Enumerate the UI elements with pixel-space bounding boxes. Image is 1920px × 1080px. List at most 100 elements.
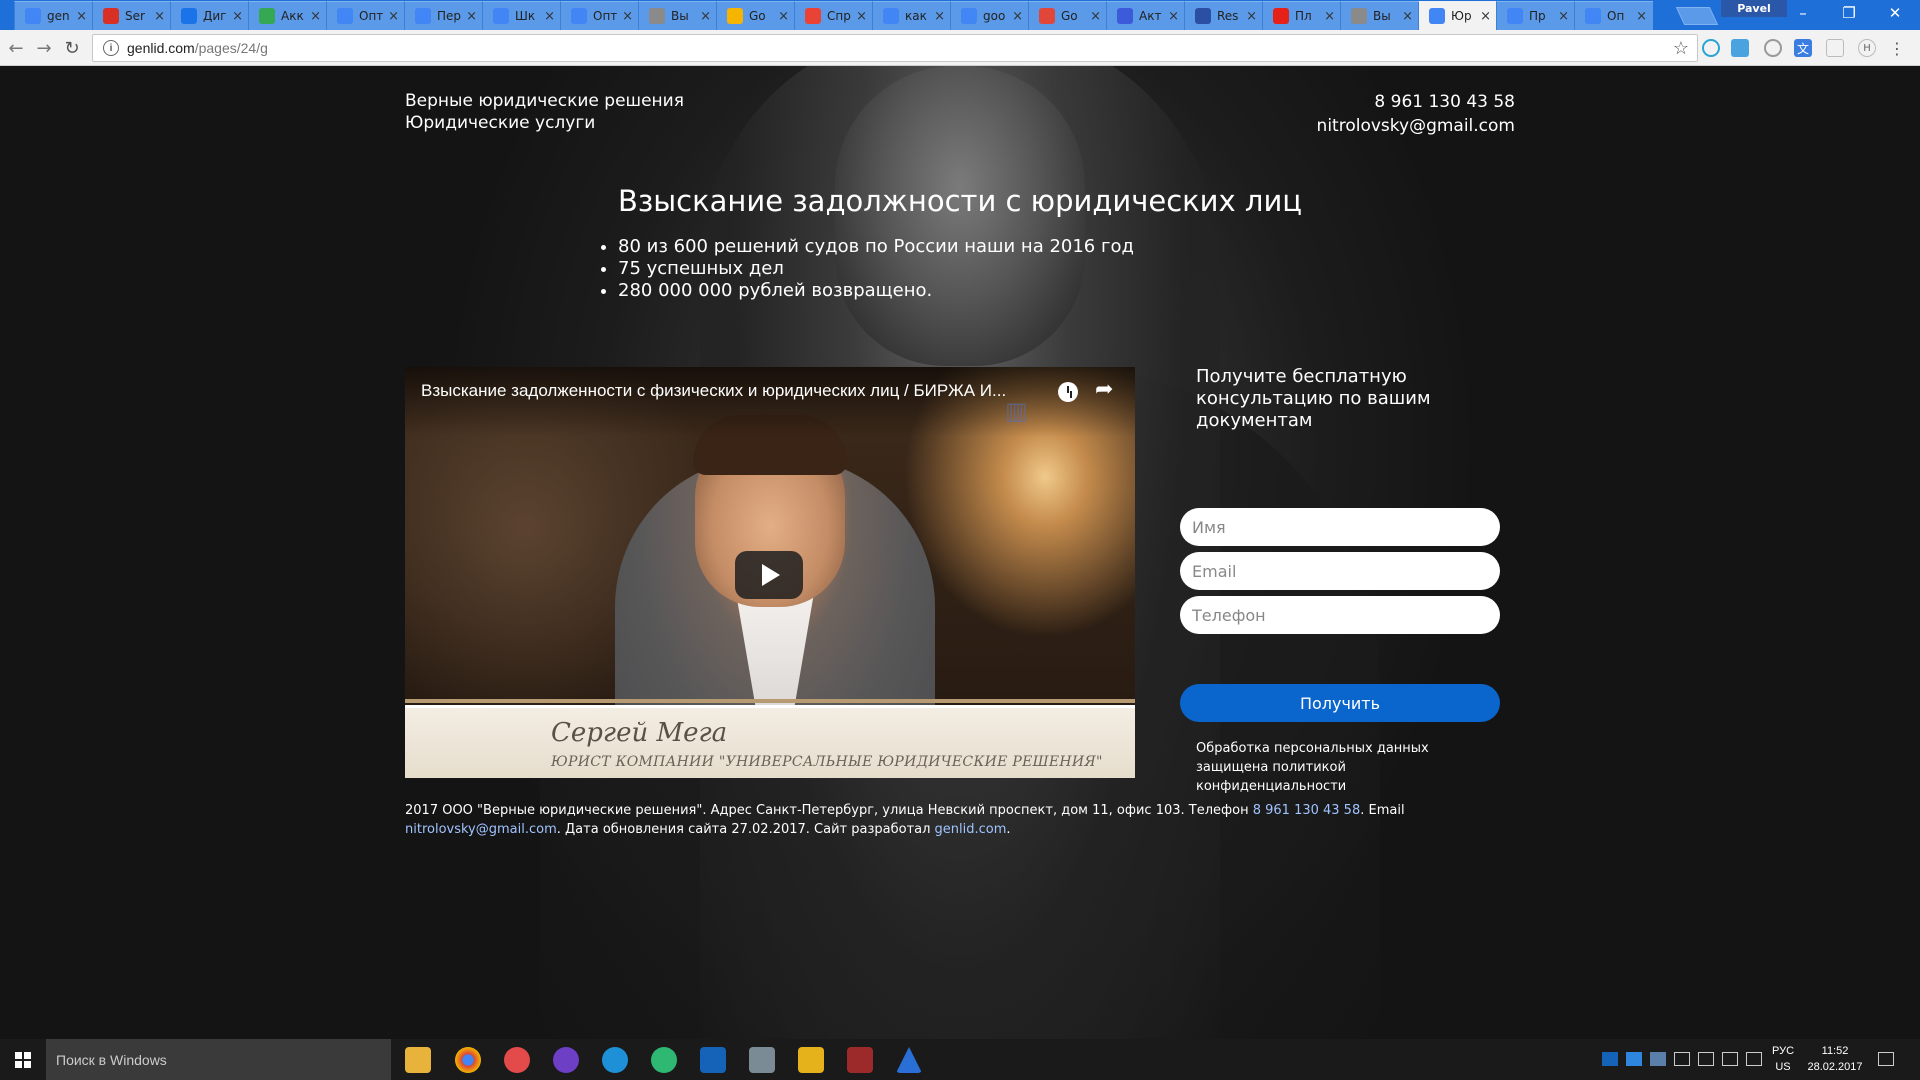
browser-tab[interactable]: Акк × bbox=[248, 1, 327, 30]
watch-later-clock-icon[interactable] bbox=[1058, 382, 1078, 402]
chrome-icon[interactable] bbox=[455, 1047, 481, 1073]
browser-tab[interactable]: goo × bbox=[950, 1, 1029, 30]
tab-close-icon[interactable]: × bbox=[1636, 9, 1647, 24]
google-icon bbox=[883, 8, 899, 24]
tab-close-icon[interactable]: × bbox=[388, 9, 399, 24]
extension-box-icon[interactable] bbox=[1826, 39, 1844, 57]
site-info-icon[interactable]: i bbox=[103, 40, 119, 56]
tab-close-icon[interactable]: × bbox=[232, 9, 243, 24]
submit-button[interactable]: Получить bbox=[1180, 684, 1500, 722]
app-gray-icon[interactable] bbox=[749, 1047, 775, 1073]
tab-close-icon[interactable]: × bbox=[700, 9, 711, 24]
app-purple-icon[interactable] bbox=[553, 1047, 579, 1073]
adwords-taskbar-icon[interactable] bbox=[896, 1047, 922, 1073]
new-tab-button[interactable] bbox=[1675, 7, 1719, 25]
tab-close-icon[interactable]: × bbox=[1246, 9, 1257, 24]
tray-network-app-icon[interactable] bbox=[1650, 1052, 1666, 1066]
app-green-icon[interactable] bbox=[651, 1047, 677, 1073]
play-button-icon[interactable] bbox=[735, 551, 803, 599]
close-window-icon[interactable]: ✕ bbox=[1872, 0, 1918, 26]
tray-defender-icon[interactable] bbox=[1674, 1052, 1690, 1066]
browser-tab[interactable]: Опт × bbox=[326, 1, 405, 30]
footer-email-link[interactable]: nitrolovsky@gmail.com bbox=[405, 822, 557, 837]
tab-close-icon[interactable]: × bbox=[76, 9, 87, 24]
minimize-icon[interactable]: – bbox=[1780, 0, 1826, 26]
bookmark-star-icon[interactable]: ☆ bbox=[1673, 38, 1689, 59]
tray-volume-icon[interactable] bbox=[1746, 1052, 1762, 1066]
browser-tab[interactable]: как × bbox=[872, 1, 951, 30]
reload-icon[interactable]: ↻ bbox=[60, 36, 84, 60]
browser-tab[interactable]: Go × bbox=[716, 1, 795, 30]
system-clock[interactable]: 11:52 28.02.2017 bbox=[1800, 1043, 1870, 1075]
tab-close-icon[interactable]: × bbox=[1324, 9, 1335, 24]
start-button[interactable] bbox=[0, 1039, 46, 1080]
tab-title: Пр bbox=[1529, 9, 1546, 23]
footer-developer-link[interactable]: genlid.com bbox=[935, 822, 1007, 837]
tab-close-icon[interactable]: × bbox=[778, 9, 789, 24]
tab-close-icon[interactable]: × bbox=[544, 9, 555, 24]
app-yellow-icon[interactable] bbox=[798, 1047, 824, 1073]
tab-close-icon[interactable]: × bbox=[1402, 9, 1413, 24]
tab-close-icon[interactable]: × bbox=[856, 9, 867, 24]
phone-input[interactable] bbox=[1180, 596, 1500, 634]
extension-sync-icon[interactable] bbox=[1702, 39, 1720, 57]
browser-tab[interactable]: Шк × bbox=[482, 1, 561, 30]
browser-tab[interactable]: Res × bbox=[1184, 1, 1263, 30]
tab-close-icon[interactable]: × bbox=[1168, 9, 1179, 24]
tab-close-icon[interactable]: × bbox=[934, 9, 945, 24]
yellow-page-icon bbox=[727, 8, 743, 24]
tab-title: Спр bbox=[827, 9, 851, 23]
browser-tab[interactable]: Опт × bbox=[560, 1, 639, 30]
browser-tab[interactable]: Акт × bbox=[1106, 1, 1185, 30]
app-blue-icon[interactable] bbox=[602, 1047, 628, 1073]
app-red-icon[interactable] bbox=[504, 1047, 530, 1073]
tab-close-icon[interactable]: × bbox=[622, 9, 633, 24]
app-red-box-icon[interactable] bbox=[847, 1047, 873, 1073]
tab-close-icon[interactable]: × bbox=[154, 9, 165, 24]
profile-button[interactable]: Pavel bbox=[1721, 0, 1787, 17]
extension-h-icon[interactable]: H bbox=[1858, 39, 1876, 57]
forward-arrow-icon[interactable]: → bbox=[32, 36, 56, 60]
extension-notes-icon[interactable] bbox=[1731, 39, 1749, 57]
restore-icon[interactable]: ❐ bbox=[1826, 0, 1872, 26]
back-arrow-icon[interactable]: ← bbox=[4, 36, 28, 60]
tab-close-icon[interactable]: × bbox=[1090, 9, 1101, 24]
browser-tab[interactable]: Пл × bbox=[1262, 1, 1341, 30]
tray-app-icon[interactable] bbox=[1626, 1052, 1642, 1066]
outlook-icon[interactable] bbox=[700, 1047, 726, 1073]
browser-tab[interactable]: Вы × bbox=[638, 1, 717, 30]
tray-outlook-icon[interactable] bbox=[1602, 1052, 1618, 1066]
language-indicator[interactable]: РУС US bbox=[1768, 1043, 1798, 1075]
address-bar[interactable]: i genlid.com/pages/24/g ☆ bbox=[92, 34, 1698, 62]
action-center-icon[interactable] bbox=[1878, 1052, 1894, 1066]
browser-tab[interactable]: Оп × bbox=[1574, 1, 1653, 30]
file-explorer-icon[interactable] bbox=[405, 1047, 431, 1073]
share-arrow-icon[interactable]: ➦ bbox=[1095, 377, 1113, 402]
extension-circle-icon[interactable] bbox=[1764, 39, 1782, 57]
browser-tab[interactable]: Go × bbox=[1028, 1, 1107, 30]
browser-tab[interactable]: gen × bbox=[14, 1, 93, 30]
menu-icon[interactable]: ⋮ bbox=[1888, 39, 1906, 58]
taskbar-search[interactable]: Поиск в Windows bbox=[46, 1039, 391, 1080]
browser-tab[interactable]: Спр × bbox=[794, 1, 873, 30]
translate-icon[interactable]: 文 bbox=[1794, 39, 1812, 57]
browser-tab[interactable]: Вы × bbox=[1340, 1, 1419, 30]
tab-close-icon[interactable]: × bbox=[310, 9, 321, 24]
browser-tab[interactable]: Пер × bbox=[404, 1, 483, 30]
browser-tab[interactable]: Юр × bbox=[1418, 1, 1497, 30]
tab-close-icon[interactable]: × bbox=[1558, 9, 1569, 24]
name-input[interactable] bbox=[1180, 508, 1500, 546]
tab-close-icon[interactable]: × bbox=[466, 9, 477, 24]
video-title[interactable]: Взыскание задолженности с физических и ю… bbox=[421, 381, 1051, 401]
browser-tab[interactable]: Ser × bbox=[92, 1, 171, 30]
browser-tab[interactable]: Диг × bbox=[170, 1, 249, 30]
benefits-list: 80 из 600 решений судов по России наши н… bbox=[618, 236, 1134, 302]
email-input[interactable] bbox=[1180, 552, 1500, 590]
tab-close-icon[interactable]: × bbox=[1012, 9, 1023, 24]
video-player[interactable]: ▥ Взыскание задолженности с физических и… bbox=[405, 367, 1135, 778]
footer-phone-link[interactable]: 8 961 130 43 58 bbox=[1253, 803, 1361, 818]
browser-tab[interactable]: Пр × bbox=[1496, 1, 1575, 30]
tab-close-icon[interactable]: × bbox=[1480, 9, 1491, 24]
tray-wifi-icon[interactable] bbox=[1722, 1052, 1738, 1066]
tray-battery-icon[interactable] bbox=[1698, 1052, 1714, 1066]
